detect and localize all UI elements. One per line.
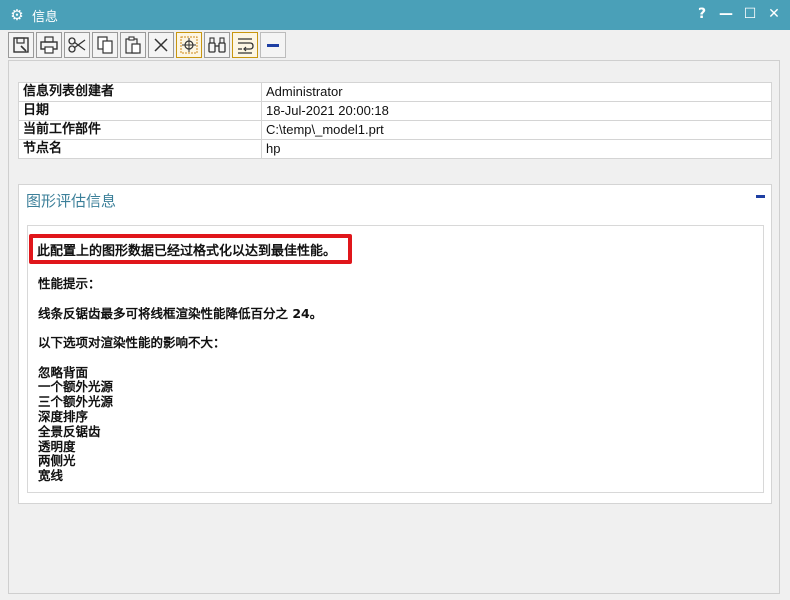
table-row: 日期 18-Jul-2021 20:00:18	[18, 101, 772, 121]
gear-icon: ⚙	[10, 6, 24, 24]
section-content: 此配置上的图形数据已经过格式化以达到最佳性能。 性能提示： 线条反锯齿最多可将线…	[27, 225, 764, 493]
info-key: 当前工作部件	[18, 120, 262, 140]
info-value: 18-Jul-2021 20:00:18	[261, 101, 772, 121]
print-button[interactable]	[36, 32, 62, 58]
cut-icon	[68, 37, 86, 53]
table-row: 信息列表创建者 Administrator	[18, 82, 772, 102]
list-item: 宽线	[38, 468, 64, 483]
save-icon	[13, 37, 29, 53]
delete-button[interactable]	[148, 32, 174, 58]
section-collapse-button[interactable]	[756, 195, 765, 198]
minus-icon	[267, 44, 279, 47]
find-button[interactable]	[204, 32, 230, 58]
target-icon	[180, 36, 198, 54]
locate-button[interactable]	[176, 32, 202, 58]
paste-icon	[125, 36, 141, 54]
minimize-button[interactable]: —	[714, 0, 738, 30]
title-bar: ⚙ 信息 ? — ☐ ✕	[0, 0, 790, 30]
window-controls: ? — ☐ ✕	[690, 0, 786, 30]
table-row: 节点名 hp	[18, 139, 772, 159]
cut-button[interactable]	[64, 32, 90, 58]
info-key: 信息列表创建者	[18, 82, 262, 102]
highlight-message: 此配置上的图形数据已经过格式化以达到最佳性能。	[37, 244, 337, 259]
graphics-evaluation-section: 图形评估信息 此配置上的图形数据已经过格式化以达到最佳性能。 性能提示： 线条反…	[18, 184, 772, 504]
info-key: 日期	[18, 101, 262, 121]
perf-tip: 线条反锯齿最多可将线框渲染性能降低百分之 24。	[38, 306, 323, 321]
info-key: 节点名	[18, 139, 262, 159]
collapse-all-button[interactable]	[260, 32, 286, 58]
info-value: Administrator	[261, 82, 772, 102]
info-table: 信息列表创建者 Administrator 日期 18-Jul-2021 20:…	[18, 82, 772, 159]
close-button[interactable]: ✕	[762, 0, 786, 30]
perf-tip-label: 性能提示：	[38, 276, 101, 291]
save-button[interactable]	[8, 32, 34, 58]
help-button[interactable]: ?	[690, 0, 714, 30]
minor-impact-label: 以下选项对渲染性能的影响不大：	[38, 335, 226, 350]
binoculars-icon	[208, 37, 226, 53]
window-title: 信息	[32, 9, 59, 25]
table-row: 当前工作部件 C:\temp\_model1.prt	[18, 120, 772, 140]
maximize-button[interactable]: ☐	[738, 0, 762, 30]
section-title: 图形评估信息	[26, 192, 117, 210]
wrap-text-icon	[238, 38, 254, 54]
copy-button[interactable]	[92, 32, 118, 58]
paste-button[interactable]	[120, 32, 146, 58]
toolbar	[8, 32, 288, 60]
copy-icon	[97, 36, 113, 54]
wrap-text-button[interactable]	[232, 32, 258, 58]
print-icon	[40, 36, 58, 54]
delete-icon	[154, 38, 168, 52]
info-value: hp	[261, 139, 772, 159]
info-value: C:\temp\_model1.prt	[261, 120, 772, 140]
